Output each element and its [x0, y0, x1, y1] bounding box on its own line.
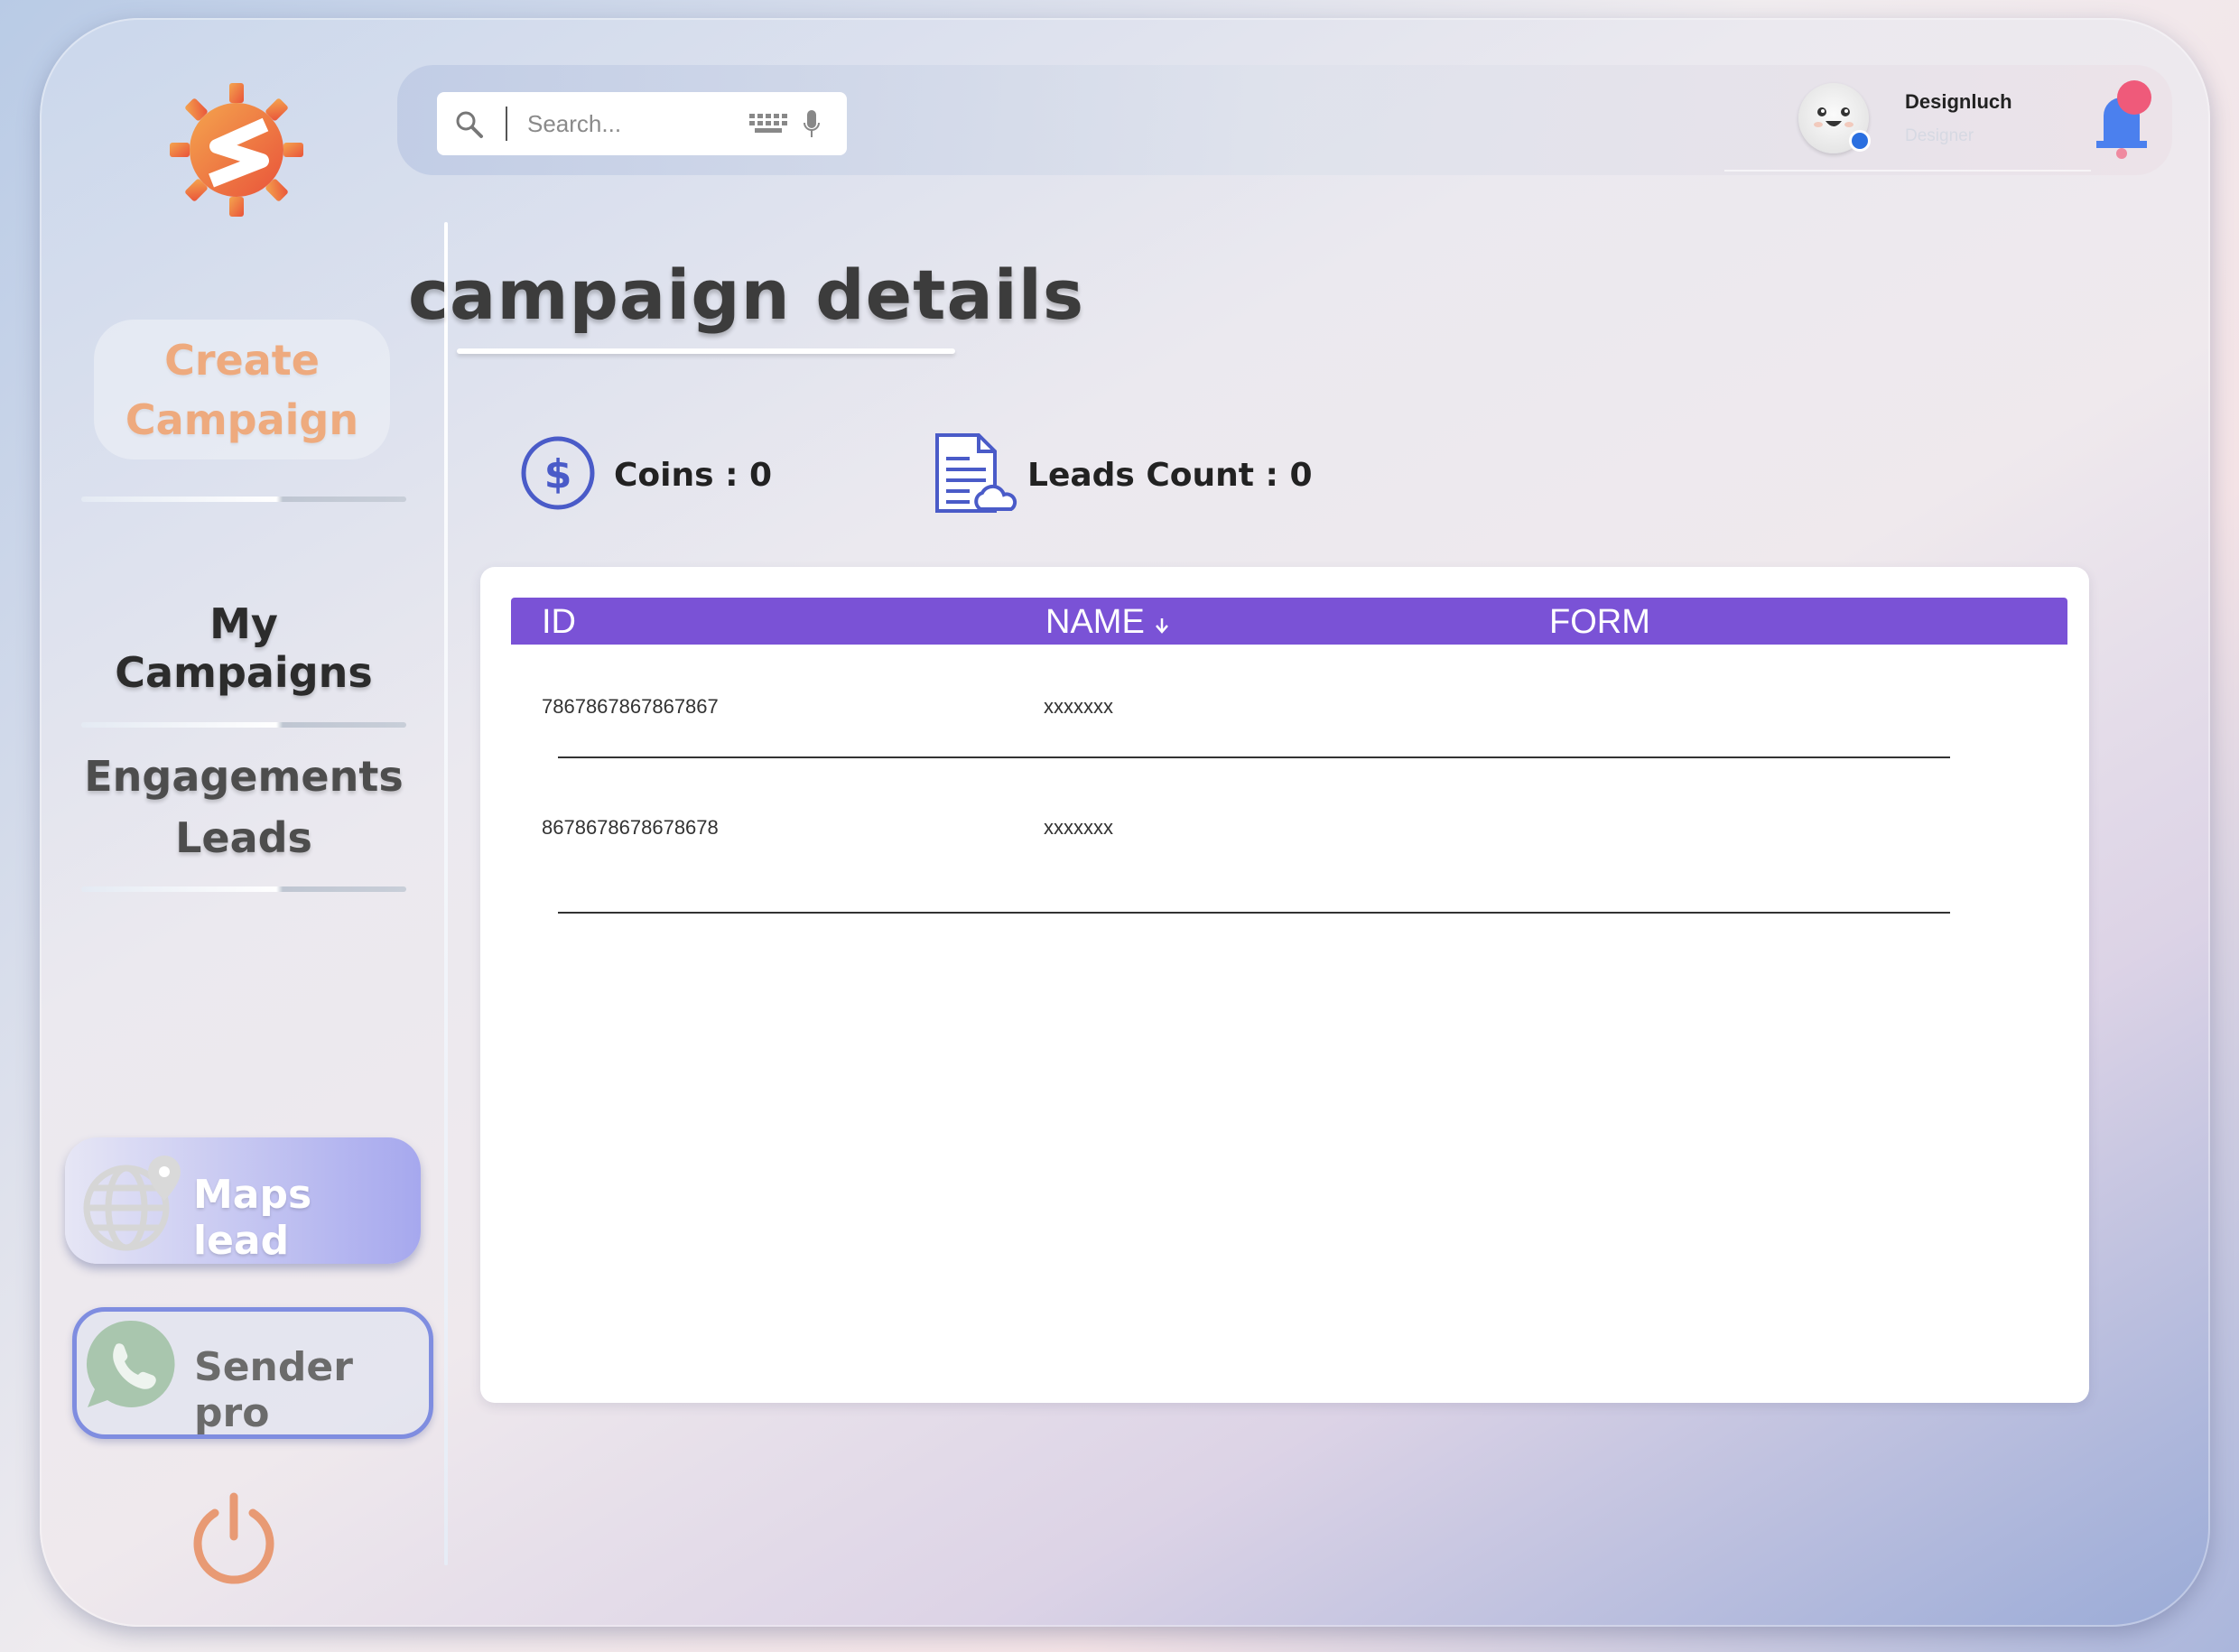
search-icon: [456, 111, 483, 138]
coin-icon: $: [521, 436, 595, 510]
page-title: campaign details: [408, 255, 1085, 335]
globe-pin-icon: [83, 1155, 181, 1251]
keyboard-icon[interactable]: [748, 112, 789, 135]
avatar-face-icon: [1814, 107, 1853, 127]
table-cell-id: 7867867867867867: [542, 695, 719, 718]
logo-gear-icon: [170, 83, 303, 217]
avatar[interactable]: [1798, 83, 1871, 153]
bell-icon[interactable]: [2089, 78, 2154, 161]
table-cell-name: xxxxxxx: [1044, 695, 1113, 718]
search-bar[interactable]: Search...: [437, 92, 847, 155]
user-underline: [1724, 170, 2091, 172]
sidebar-divider: [81, 886, 406, 892]
sidebar-vertical-divider: [444, 222, 448, 1565]
column-header-name[interactable]: NAME: [1045, 603, 1170, 642]
power-icon[interactable]: [184, 1490, 283, 1589]
coins-count: Coins : 0: [614, 457, 773, 494]
table-row-divider: [558, 756, 1950, 758]
title-underline: [457, 348, 955, 354]
search-input[interactable]: Search...: [527, 110, 621, 138]
mic-icon[interactable]: [802, 108, 822, 141]
user-name: Designluch: [1905, 90, 2012, 113]
column-header-name-label: NAME: [1045, 603, 1145, 641]
sidebar-divider: [81, 722, 406, 728]
sender-pro-button[interactable]: Sender pro: [72, 1307, 433, 1439]
document-cloud-icon: [935, 433, 1017, 513]
sidebar-item-engagements-leads[interactable]: Engagements Leads: [76, 746, 412, 868]
campaign-table-card: [480, 567, 2089, 1403]
leads-count: Leads Count : 0: [1027, 457, 1313, 494]
column-header-form[interactable]: FORM: [1549, 603, 1650, 642]
sidebar-item-my-campaigns[interactable]: My Campaigns: [76, 599, 412, 697]
create-campaign-label: Create Campaign: [125, 335, 359, 444]
sender-pro-label: Sender pro: [194, 1344, 353, 1436]
sort-arrow-down-icon[interactable]: [1154, 615, 1170, 635]
table-cell-name: xxxxxxx: [1044, 816, 1113, 839]
sidebar-divider: [81, 497, 406, 502]
svg-text:$: $: [544, 451, 572, 497]
table-row-divider: [558, 912, 1950, 914]
maps-lead-label: Maps lead: [193, 1172, 312, 1264]
table-cell-id: 8678678678678678: [542, 816, 719, 839]
maps-lead-button[interactable]: Maps lead: [65, 1137, 421, 1264]
search-caret: [506, 107, 507, 141]
user-role: Designer: [1905, 126, 1974, 145]
table-header: ID NAME FORM: [511, 598, 2067, 645]
online-status-dot: [1849, 130, 1871, 152]
create-campaign-button[interactable]: Create Campaign: [94, 320, 390, 459]
whatsapp-icon: [86, 1320, 175, 1407]
column-header-id[interactable]: ID: [542, 603, 576, 642]
